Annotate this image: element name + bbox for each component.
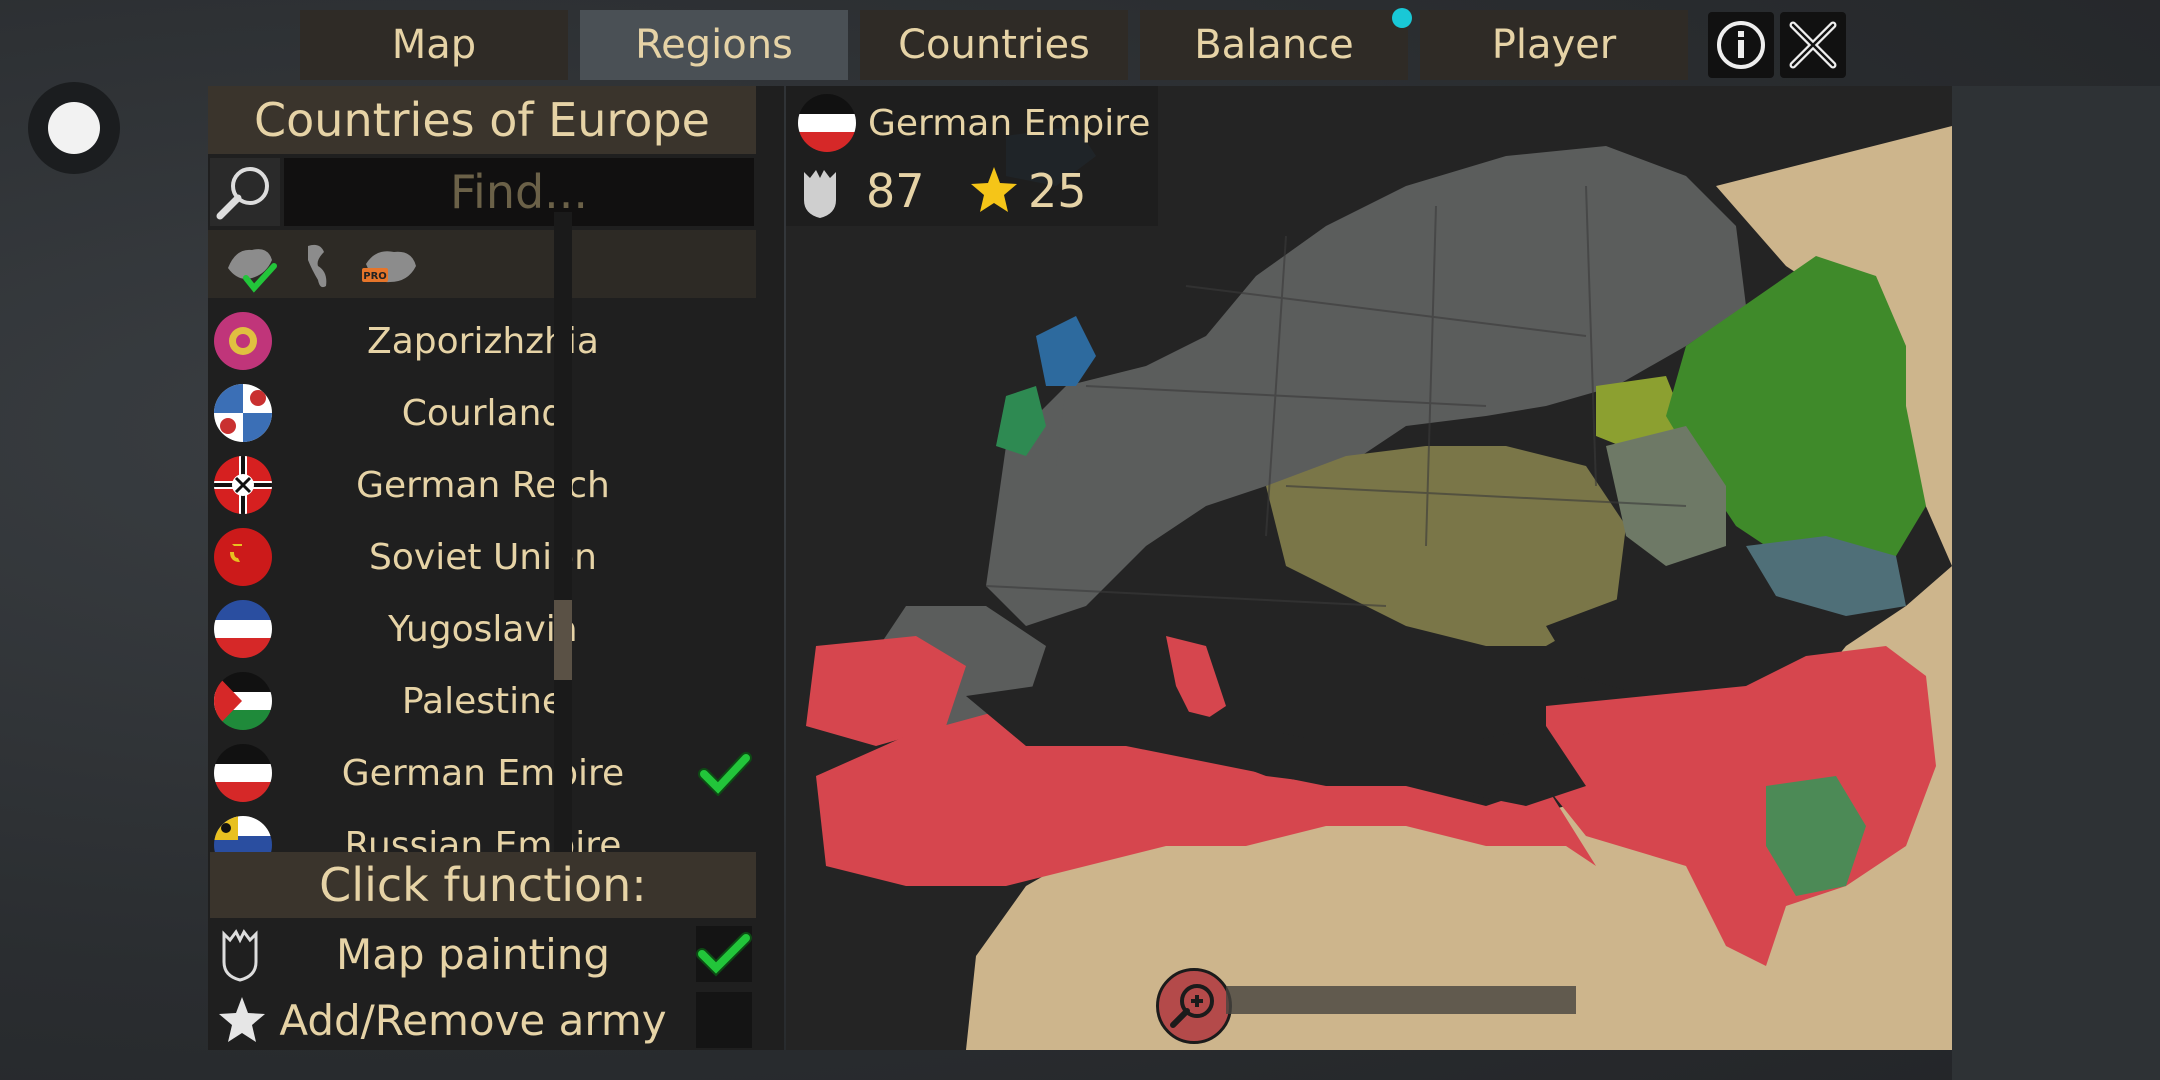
list-scrollbar[interactable] [554, 212, 572, 852]
zoom-button[interactable] [1156, 968, 1232, 1044]
checkmark-icon [698, 752, 752, 796]
soviet-union-flag-icon [214, 528, 272, 586]
country-name: Palestine [401, 680, 565, 722]
tab-player[interactable]: Player [1420, 10, 1688, 80]
list-item[interactable]: Courland [208, 378, 756, 448]
add-remove-army-label: Add/Remove army [279, 995, 667, 1045]
shield-icon [804, 170, 836, 218]
courland-flag-icon [214, 384, 272, 442]
country-name: Zaporizhzhia [367, 320, 599, 362]
info-icon [1717, 21, 1765, 69]
panel-title: Countries of Europe [208, 86, 756, 154]
list-item[interactable]: Zaporizhzhia [208, 306, 756, 376]
country-name: German Reich [356, 464, 610, 506]
countries-panel: Countries of Europe Find... PRO Zaporizh… [208, 86, 784, 1050]
palestine-flag-icon [214, 672, 272, 730]
tab-countries[interactable]: Countries [860, 10, 1128, 80]
country-name: Yugoslavia [388, 608, 578, 650]
tab-regions[interactable]: Regions [580, 10, 848, 80]
list-item-selected[interactable]: German Empire [208, 738, 756, 808]
army-count: 87 [866, 164, 925, 218]
svg-text:PRO: PRO [363, 271, 387, 282]
add-remove-army-checkbox[interactable] [696, 992, 752, 1048]
zoom-in-icon [1170, 984, 1214, 1028]
pro-map-icon[interactable]: PRO [358, 238, 420, 292]
close-button[interactable] [1780, 12, 1846, 78]
europe-map[interactable] [786, 86, 1952, 1050]
selected-country-header: German Empire 87 25 [786, 86, 1158, 226]
country-name: Courland [401, 392, 565, 434]
german-empire-flag-icon [214, 744, 272, 802]
checkmark-icon [696, 932, 752, 977]
shield-icon [222, 929, 258, 982]
map-painting-option[interactable]: Map painting [208, 922, 756, 986]
zaporizhzhia-flag-icon [214, 312, 272, 370]
country-list[interactable]: Zaporizhzhia Courland German Reich Sovie… [208, 298, 756, 938]
list-item[interactable]: Palestine [208, 666, 756, 736]
zoom-slider[interactable] [1226, 986, 1576, 1014]
map-painting-checkbox[interactable] [696, 926, 752, 982]
star-icon [971, 167, 1017, 212]
list-item[interactable]: Soviet Union [208, 522, 756, 592]
joystick-knob[interactable] [48, 102, 100, 154]
virtual-joystick[interactable] [28, 82, 120, 174]
find-input[interactable]: Find... [284, 158, 754, 226]
click-function-title: Click function: [210, 852, 756, 918]
background-right [1952, 86, 2160, 1080]
americas-map-icon[interactable] [298, 238, 352, 292]
search-button[interactable] [210, 158, 280, 226]
yugoslavia-flag-icon [214, 600, 272, 658]
europe-map-icon[interactable] [222, 238, 277, 293]
country-name: Soviet Union [369, 536, 597, 578]
britain-region[interactable] [1036, 316, 1096, 386]
list-scrollbar-thumb[interactable] [554, 600, 572, 680]
balkan-region[interactable] [1266, 446, 1626, 646]
list-item[interactable]: German Reich [208, 450, 756, 520]
add-remove-army-option[interactable]: Add/Remove army [208, 988, 756, 1052]
list-item[interactable]: Yugoslavia [208, 594, 756, 664]
selected-country-name: German Empire [868, 102, 1151, 144]
star-count: 25 [1028, 164, 1087, 218]
country-name: German Empire [341, 752, 625, 794]
map-painting-label: Map painting [335, 929, 611, 979]
tab-map[interactable]: Map [300, 10, 568, 80]
german-reich-flag-icon [214, 456, 272, 514]
info-button[interactable] [1708, 12, 1774, 78]
map-view[interactable]: German Empire 87 25 [786, 86, 1952, 1050]
close-icon [1789, 21, 1837, 69]
map-filter-row: PRO [208, 230, 756, 298]
german-empire-flag-icon [798, 94, 856, 152]
star-icon [219, 997, 265, 1042]
notification-dot [1392, 8, 1412, 28]
search-icon [216, 167, 269, 220]
tab-balance[interactable]: Balance [1140, 10, 1408, 80]
